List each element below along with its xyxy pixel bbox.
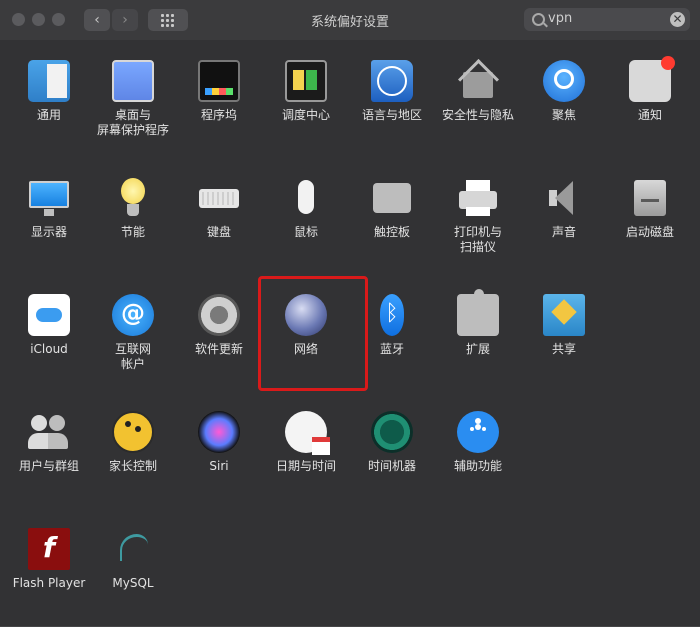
pref-pane-notifications[interactable]: 通知	[608, 56, 692, 123]
icloud-icon	[28, 294, 70, 336]
sharing-icon	[543, 294, 585, 336]
search-field[interactable]: vpn ✕	[524, 8, 690, 31]
pref-pane-security-privacy[interactable]: 安全性与隐私	[436, 60, 520, 123]
pref-pane-label: 显示器	[30, 225, 67, 239]
pref-pane-label: 用户与群组	[18, 459, 79, 473]
pref-pane-label: 键盘	[206, 225, 231, 239]
preferences-section-2: 显示器 节能 键盘 鼠标 触控板 打印机与 扫描仪 声音 启动磁盘	[0, 157, 700, 275]
highlight-box	[258, 276, 368, 391]
mysql-icon	[112, 528, 154, 570]
pref-pane-label: MySQL	[112, 576, 154, 590]
pref-pane-accessibility[interactable]: 辅助功能	[436, 411, 520, 474]
pref-pane-displays[interactable]: 显示器	[7, 177, 91, 240]
pref-pane-label: 扩展	[465, 342, 490, 356]
pref-pane-desktop-screensaver[interactable]: 桌面与 屏幕保护程序	[91, 60, 175, 138]
clear-search-icon[interactable]: ✕	[670, 12, 685, 27]
pref-pane-general[interactable]: 通用	[7, 60, 91, 123]
pref-pane-extensions[interactable]: 扩展	[436, 289, 520, 357]
pref-pane-mouse[interactable]: 鼠标	[264, 177, 348, 240]
users-groups-icon	[28, 411, 70, 453]
pref-pane-sound[interactable]: 声音	[522, 177, 606, 240]
keyboard-icon	[198, 177, 240, 219]
pref-pane-flash-player[interactable]: Flash Player	[7, 528, 91, 591]
pref-pane-label: 节能	[120, 225, 145, 239]
sound-icon	[543, 177, 585, 219]
date-time-icon	[285, 411, 330, 455]
pref-pane-icloud[interactable]: iCloud	[7, 294, 91, 357]
pref-pane-label: 调度中心	[281, 108, 330, 122]
pref-pane-startup-disk[interactable]: 启动磁盘	[608, 177, 692, 240]
energy-saver-icon	[112, 177, 154, 219]
pref-pane-label: 软件更新	[194, 342, 243, 356]
pref-pane-label: 语言与地区	[361, 108, 422, 122]
dock-icon	[198, 60, 240, 102]
pref-pane-label: 辅助功能	[453, 459, 502, 473]
pref-pane-label: 互联网 帐户	[114, 342, 151, 371]
pref-pane-label: 通知	[637, 108, 662, 122]
pref-pane-label: 触控板	[373, 225, 410, 239]
pref-pane-sharing[interactable]: 共享	[522, 294, 606, 357]
pref-pane-label: Flash Player	[12, 576, 86, 590]
pref-pane-mysql[interactable]: MySQL	[91, 528, 175, 591]
pref-pane-label: 日期与时间	[275, 459, 336, 473]
siri-icon	[198, 411, 240, 453]
pref-pane-label: 鼠标	[293, 225, 318, 239]
pref-pane-software-update[interactable]: 软件更新	[177, 294, 261, 357]
search-icon	[532, 13, 545, 26]
pref-pane-energy-saver[interactable]: 节能	[91, 177, 175, 240]
accessibility-icon	[457, 411, 499, 453]
security-privacy-icon	[457, 60, 499, 102]
pref-pane-label: 声音	[551, 225, 576, 239]
general-icon	[28, 60, 70, 102]
pref-pane-label: 程序坞	[200, 108, 237, 122]
internet-accounts-icon	[112, 294, 154, 336]
desktop-screensaver-icon	[112, 60, 154, 102]
pref-pane-trackpad[interactable]: 触控板	[350, 177, 434, 240]
search-input[interactable]: vpn	[548, 11, 572, 26]
pref-pane-language-region[interactable]: 语言与地区	[350, 60, 434, 123]
preferences-section-5: Flash Player MySQL	[0, 508, 700, 627]
pref-pane-keyboard[interactable]: 键盘	[177, 177, 261, 240]
mouse-icon	[285, 177, 327, 219]
pref-pane-label: 时间机器	[367, 459, 416, 473]
pref-pane-label: 启动磁盘	[625, 225, 674, 239]
mission-control-icon	[285, 60, 327, 102]
extensions-icon	[457, 289, 499, 336]
trackpad-icon	[371, 177, 413, 219]
pref-pane-siri[interactable]: Siri	[177, 411, 261, 474]
language-region-icon	[371, 60, 413, 102]
parental-controls-icon	[112, 411, 154, 453]
pref-pane-spotlight[interactable]: 聚焦	[522, 60, 606, 123]
pref-pane-users-groups[interactable]: 用户与群组	[7, 411, 91, 474]
pref-pane-label: 桌面与 屏幕保护程序	[96, 108, 169, 137]
spotlight-icon	[543, 60, 585, 102]
startup-disk-icon	[629, 177, 671, 219]
flash-player-icon	[28, 528, 70, 570]
pref-pane-label: 家长控制	[108, 459, 157, 473]
printers-scanners-icon	[457, 177, 499, 219]
pref-pane-printers-scanners[interactable]: 打印机与 扫描仪	[436, 177, 520, 255]
notifications-icon	[629, 56, 675, 102]
preferences-section-1: 通用 桌面与 屏幕保护程序 程序坞 调度中心 语言与地区 安全性与隐私 聚焦 通知	[0, 40, 700, 158]
pref-pane-label: Siri	[209, 459, 229, 473]
pref-pane-label: 安全性与隐私	[441, 108, 514, 122]
pref-pane-mission-control[interactable]: 调度中心	[264, 60, 348, 123]
pref-pane-label: 打印机与 扫描仪	[453, 225, 502, 254]
title-bar: ‹ › 系统偏好设置 vpn ✕	[0, 0, 700, 41]
pref-pane-internet-accounts[interactable]: 互联网帐户	[91, 294, 175, 372]
pref-pane-parental-controls[interactable]: 家长控制	[91, 411, 175, 474]
preferences-section-4: 用户与群组 家长控制 Siri 日期与时间 时间机器 辅助功能	[0, 391, 700, 509]
pref-pane-label: 通用	[36, 108, 61, 122]
system-preferences-window: ‹ › 系统偏好设置 vpn ✕ 通用 桌面与 屏幕保护程序 程序坞 调度中心 语言与地区…	[0, 0, 700, 627]
pref-pane-date-time[interactable]: 日期与时间	[264, 411, 348, 474]
software-update-icon	[198, 294, 240, 336]
bluetooth-icon	[380, 294, 404, 336]
time-machine-icon	[371, 411, 413, 453]
pref-pane-label: 共享	[551, 342, 576, 356]
displays-icon	[28, 177, 70, 219]
pref-pane-label: iCloud	[30, 342, 68, 356]
pref-pane-label: 聚焦	[551, 108, 576, 122]
pref-pane-time-machine[interactable]: 时间机器	[350, 411, 434, 474]
pref-pane-dock[interactable]: 程序坞	[177, 60, 261, 123]
